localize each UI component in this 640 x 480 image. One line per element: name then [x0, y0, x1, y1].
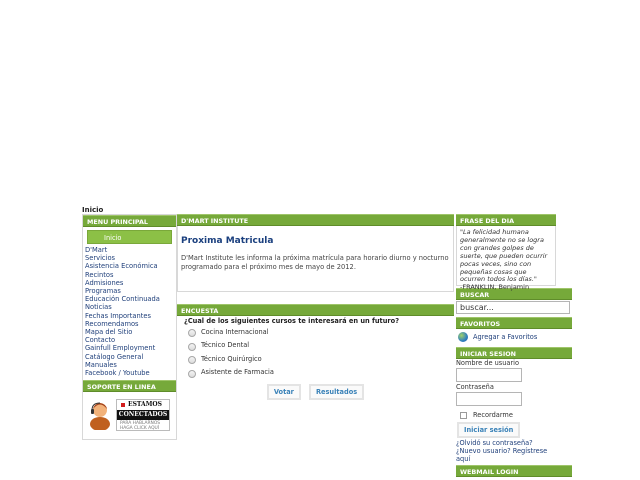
radio-button[interactable] — [188, 342, 196, 351]
poll-option[interactable]: Técnico Dental — [177, 339, 454, 353]
poll-option-label: Técnico Dental — [201, 341, 250, 350]
inicio-button[interactable]: Inicio — [87, 230, 172, 244]
news-article: Proxima Matricula D'Mart Institute les i… — [177, 226, 454, 292]
menu-item-admisiones[interactable]: Admisiones — [85, 279, 176, 287]
soporte-en-linea-header: SOPORTE EN LINEA — [83, 380, 176, 393]
badge-line2: CONECTADOS — [117, 410, 169, 421]
add-favorites-label: Agregar a Favoritos — [473, 333, 538, 341]
menu-item-noticias[interactable]: Noticias — [85, 303, 176, 311]
dmart-institute-header: D'MART INSTITUTE — [177, 214, 454, 226]
iniciar-sesion-header: INICIAR SESION — [456, 347, 572, 359]
favoritos-header: FAVORITOS — [456, 317, 572, 329]
poll-option-label: Cocina Internacional — [201, 327, 269, 336]
menu-item-mapa-del-sitio[interactable]: Mapa del Sitio — [85, 328, 176, 336]
menu-item-gainfull-employment[interactable]: Gainfull Employment — [85, 344, 176, 352]
remember-checkbox[interactable] — [460, 411, 467, 419]
remember-me[interactable]: Recordarme — [454, 407, 572, 419]
menu-item-recomendamos[interactable]: Recomendamos — [85, 320, 176, 328]
status-dot-icon — [121, 402, 125, 407]
article-title[interactable]: Proxima Matricula — [181, 226, 450, 250]
password-field[interactable] — [456, 392, 522, 406]
menu-item-asistencia-economica[interactable]: Asistencia Económica — [85, 262, 176, 270]
quote-text: "La felicidad humana generalmente no se … — [460, 228, 548, 284]
poll-option[interactable]: Asistente de Farmacia — [177, 366, 454, 380]
poll-option-label: Asistente de Farmacia — [201, 368, 274, 377]
menu-item-servicios[interactable]: Servicios — [85, 254, 176, 262]
encuesta-header: ENCUESTA — [177, 304, 454, 316]
radio-button[interactable] — [188, 369, 196, 378]
badge-line1: ESTAMOS — [128, 401, 162, 409]
search-input[interactable] — [456, 301, 570, 314]
frase-del-dia-header: FRASE DEL DIA — [456, 214, 556, 226]
poll-option[interactable]: Técnico Quirúrgico — [177, 352, 454, 366]
main-content: D'MART INSTITUTE Proxima Matricula D'Mar… — [177, 214, 454, 400]
poll-buttons: Votar Resultados — [177, 384, 454, 400]
article-body: D'Mart Institute les informa la próxima … — [181, 254, 449, 271]
left-sidebar: MENU PRINCIPAL Inicio D'Mart Servicios A… — [82, 214, 177, 440]
menu-item-recintos[interactable]: Recintos — [85, 271, 176, 279]
register-link[interactable]: ¿Nuevo usuario? Regístrese aquí — [454, 447, 558, 463]
badge-line4: HAGA CLICK AQUÍ — [120, 426, 160, 432]
online-support-banner[interactable]: ESTAMOS CONECTADOS PARA HABLARNOS HAGA C… — [83, 396, 176, 438]
menu-principal-header: MENU PRINCIPAL — [83, 215, 176, 227]
quote-of-the-day: "La felicidad humana generalmente no se … — [456, 226, 556, 291]
forgot-password-link[interactable]: ¿Olvidó su contraseña? — [454, 439, 572, 447]
poll-question: ¿Cual de los siguientes cursos te intere… — [184, 317, 400, 325]
radio-button[interactable] — [188, 329, 196, 338]
menu-item-facebook-youtube[interactable]: Facebook / Youtube — [85, 369, 176, 377]
right-sidebar: FRASE DEL DIA "La felicidad humana gener… — [454, 214, 572, 480]
poll-option[interactable]: Cocina Internacional — [177, 325, 454, 339]
username-field[interactable] — [456, 368, 522, 382]
login-button[interactable]: Iniciar sesión — [457, 422, 521, 438]
menu-item-contacto[interactable]: Contacto — [85, 336, 176, 344]
results-button[interactable]: Resultados — [308, 384, 365, 400]
support-agent-icon — [90, 402, 110, 431]
breadcrumb: Inicio — [82, 206, 104, 214]
menu-item-fechas-importantes[interactable]: Fechas Importantes — [85, 312, 176, 320]
password-label: Contraseña — [456, 383, 494, 391]
username-label: Nombre de usuario — [456, 359, 520, 367]
menu-item-catalogo-general[interactable]: Catálogo General — [85, 353, 176, 361]
radio-button[interactable] — [188, 356, 196, 365]
menu-item-manuales[interactable]: Manuales — [85, 361, 176, 369]
poll-option-label: Técnico Quirúrgico — [201, 354, 262, 363]
webmail-login-header: WEBMAIL LOGIN — [456, 465, 572, 477]
globe-icon — [458, 332, 468, 342]
menu-item-educacion-continuada[interactable]: Educación Continuada — [85, 295, 176, 303]
vote-button[interactable]: Votar — [266, 384, 301, 400]
remember-label: Recordarme — [473, 411, 513, 419]
menu-item-dmart[interactable]: D'Mart — [85, 246, 176, 254]
estamos-conectados-badge[interactable]: ESTAMOS CONECTADOS PARA HABLARNOS HAGA C… — [116, 399, 170, 432]
add-favorites-link[interactable]: Agregar a Favoritos — [454, 330, 572, 344]
menu-item-programas[interactable]: Programas — [85, 287, 176, 295]
main-menu: D'Mart Servicios Asistencia Económica Re… — [83, 246, 176, 377]
